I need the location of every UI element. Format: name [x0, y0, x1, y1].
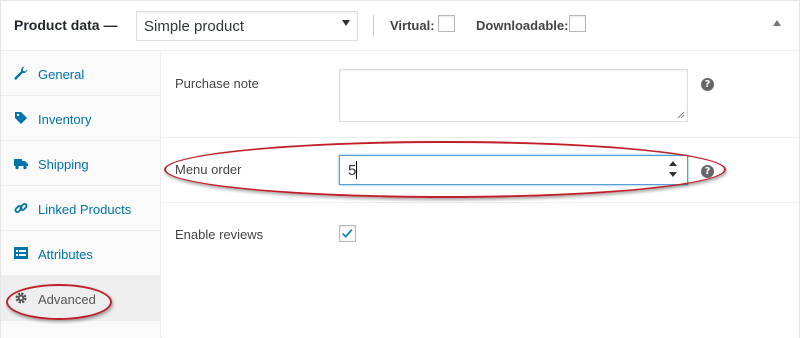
tab-inventory-label: Inventory: [38, 112, 92, 127]
panel-title: Product data —: [14, 17, 118, 33]
tab-shipping-label: Shipping: [38, 157, 89, 172]
tab-advanced[interactable]: Advanced: [1, 276, 161, 321]
downloadable-checkbox[interactable]: [569, 15, 586, 32]
collapse-toggle-icon[interactable]: [773, 20, 781, 26]
enable-reviews-label: Enable reviews: [175, 227, 264, 242]
text-cursor: [356, 161, 357, 179]
tab-general-label: General: [38, 67, 85, 82]
product-type-value: Simple product: [144, 18, 245, 35]
tab-inventory[interactable]: Inventory: [1, 96, 161, 141]
tab-shipping[interactable]: Shipping: [1, 141, 161, 186]
virtual-label: Virtual:: [390, 18, 435, 33]
spinner-down-icon[interactable]: [669, 172, 677, 177]
tab-attributes[interactable]: Attributes: [1, 231, 161, 276]
purchase-note-label: Purchase note: [175, 76, 259, 91]
product-data-header: Product data — Simple product Virtual: D…: [1, 1, 799, 51]
purchase-note-textarea[interactable]: [339, 69, 688, 122]
list-icon: [14, 247, 28, 259]
product-data-tabs: General Inventory Shipping Linked Produc…: [1, 51, 161, 338]
menu-order-label: Menu order: [175, 162, 242, 177]
tab-linked-products[interactable]: Linked Products: [1, 186, 161, 231]
wrench-icon: [14, 66, 28, 80]
truck-icon: [14, 159, 28, 170]
tab-attributes-label: Attributes: [38, 247, 93, 262]
menu-order-row: Menu order 5 ?: [162, 138, 799, 203]
downloadable-label: Downloadable:: [476, 18, 569, 33]
product-data-panel: Product data — Simple product Virtual: D…: [0, 0, 800, 338]
advanced-options-panel: Purchase note ? Menu order 5 ? Enable re…: [162, 51, 799, 338]
tab-advanced-label: Advanced: [38, 292, 96, 307]
product-type-select[interactable]: Simple product: [136, 11, 358, 41]
virtual-checkbox[interactable]: [438, 15, 455, 32]
resize-handle-icon[interactable]: [677, 111, 685, 119]
number-spinner[interactable]: [669, 161, 678, 179]
gear-icon: [15, 292, 27, 304]
checkmark-icon: [341, 228, 353, 239]
menu-order-help-icon[interactable]: ?: [701, 165, 714, 178]
spinner-up-icon[interactable]: [669, 161, 677, 166]
purchase-note-help-icon[interactable]: ?: [701, 78, 714, 91]
tab-linked-products-label: Linked Products: [38, 202, 132, 217]
link-icon: [14, 203, 28, 213]
header-divider: [373, 15, 374, 37]
enable-reviews-row: Enable reviews: [162, 203, 799, 263]
tab-general[interactable]: General: [1, 51, 161, 96]
chevron-down-icon: [342, 20, 350, 26]
enable-reviews-checkbox[interactable]: [339, 225, 356, 242]
purchase-note-row: Purchase note ?: [162, 51, 799, 138]
tag-icon: [15, 112, 27, 124]
menu-order-input[interactable]: 5: [339, 155, 688, 185]
